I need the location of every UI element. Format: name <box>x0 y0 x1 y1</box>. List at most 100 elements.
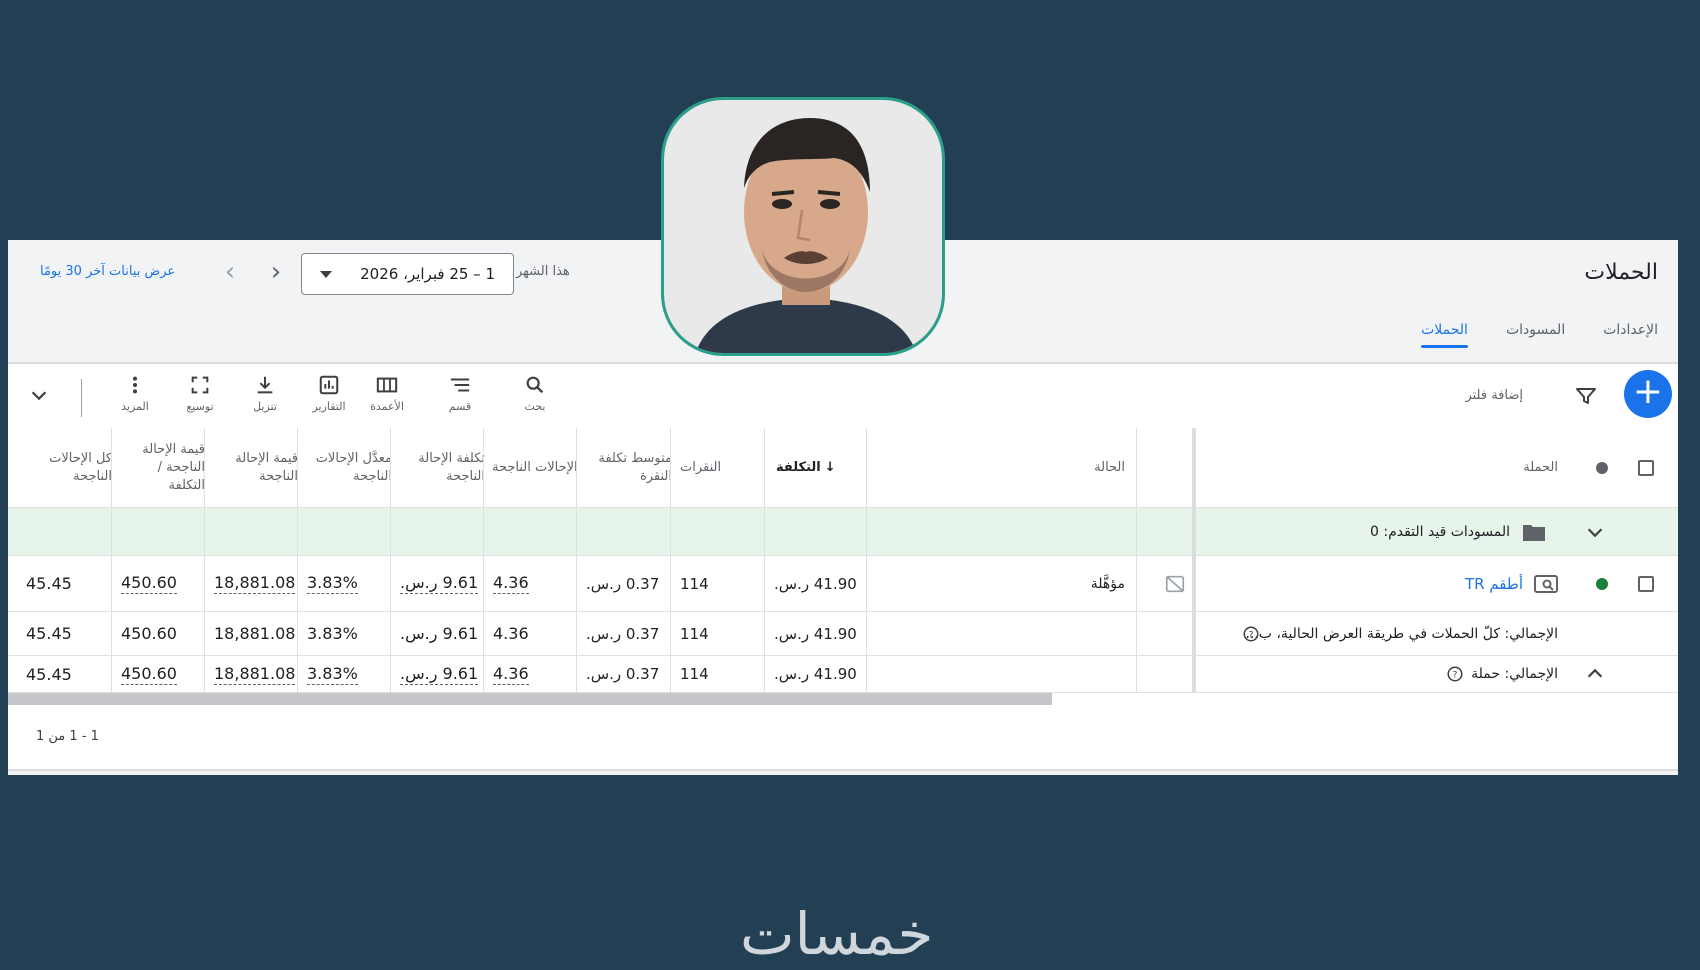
more-button[interactable]: المزيد <box>105 374 165 413</box>
total-campaign-avg-cpc: 0.37 ر.س. <box>586 665 660 683</box>
more-vert-icon <box>132 376 138 394</box>
expand-button[interactable]: توسيع <box>170 374 230 413</box>
columns-button[interactable]: الأعمدة <box>357 374 417 413</box>
date-range-value: 1 – 25 فبراير، 2026 <box>360 265 495 283</box>
total-all-cost-per-conversion: 9.61 ر.س. <box>400 624 479 643</box>
total-campaign-conversion-value-text: 18,881.08 <box>214 663 296 685</box>
campaigns-table: الحملة الحالة ↓ التكلفة النقرات متوسط تك… <box>8 428 1678 693</box>
sort-arrow-down-icon: ↓ <box>824 459 836 475</box>
drafts-in-progress-row[interactable]: المسودات قيد التقدم: 0 <box>8 508 1678 556</box>
chevron-down-icon[interactable] <box>1584 508 1606 555</box>
cost-per-conversion-value[interactable]: 9.61 ر.س. <box>400 556 479 611</box>
columns-label: الأعمدة <box>370 400 404 413</box>
total-all-cost: 41.90 ر.س. <box>774 624 857 643</box>
compare-last-30-days-link[interactable]: عرض بيانات آخر 30 يومًا <box>40 264 175 279</box>
segment-label: قسم <box>448 400 472 413</box>
column-divider <box>297 428 298 693</box>
total-campaign-conversion-value[interactable]: 18,881.08 <box>214 656 296 692</box>
next-period-icon[interactable]: › <box>264 259 288 286</box>
column-divider <box>1136 428 1137 693</box>
conversion-rate-value[interactable]: 3.83% <box>307 556 358 611</box>
row-checkbox[interactable] <box>1638 556 1654 611</box>
svg-text:?: ? <box>1249 630 1254 640</box>
filter-icon[interactable] <box>1574 384 1598 408</box>
total-campaign-conversions[interactable]: 4.36 <box>493 656 529 692</box>
total-campaign-cost-per-conversion[interactable]: 9.61 ر.س. <box>400 656 479 692</box>
header-status[interactable]: الحالة <box>1094 428 1125 507</box>
header-conversions[interactable]: الإحالات الناجحة <box>492 428 578 507</box>
tab-campaigns[interactable]: الحملات <box>1421 322 1468 348</box>
date-range-label: هذا الشهر <box>516 264 570 279</box>
total-all-conversion-value-per-cost: 450.60 <box>121 624 177 643</box>
expand-label: توسيع <box>186 400 214 413</box>
column-divider <box>204 428 205 693</box>
brand-logo: خمسات <box>740 900 934 968</box>
header-campaign[interactable]: الحملة <box>1523 428 1558 507</box>
header-cost[interactable]: ↓ التكلفة <box>776 428 864 507</box>
add-filter-button[interactable]: إضافة فلتر <box>1465 388 1523 403</box>
chevron-up-icon[interactable] <box>1584 656 1606 692</box>
header-cost-label: التكلفة <box>776 459 821 475</box>
column-divider <box>483 428 484 693</box>
help-icon[interactable]: ? <box>1446 656 1464 692</box>
total-campaign-conversion-rate[interactable]: 3.83% <box>307 656 358 692</box>
tab-drafts[interactable]: المسودات <box>1506 322 1565 348</box>
download-icon <box>257 376 273 394</box>
dropdown-caret-icon <box>320 271 332 278</box>
date-range-picker[interactable]: 1 – 25 فبراير، 2026 <box>301 253 514 295</box>
conversions-value-text: 4.36 <box>493 573 529 594</box>
download-button[interactable]: تنزيل <box>235 374 295 413</box>
column-divider <box>764 428 765 693</box>
column-divider <box>866 428 867 693</box>
header-conversion-value[interactable]: قيمة الإحالة الناجحة <box>212 428 298 507</box>
reports-label: التقارير <box>312 400 346 413</box>
svg-text:?: ? <box>1453 670 1458 680</box>
column-divider <box>390 428 391 693</box>
select-all-checkbox[interactable] <box>1638 428 1654 507</box>
header-cost-per-conversion[interactable]: تكلفة الإحالة الناجحة <box>399 428 485 507</box>
table-footer: 1 - 1 من 1 <box>8 705 1678 771</box>
header-conversion-rate[interactable]: معدَّل الإحالات الناجحة <box>306 428 392 507</box>
scrollbar-thumb[interactable] <box>8 693 1052 705</box>
previous-period-icon[interactable]: ‹ <box>218 259 242 286</box>
header-all-conversions[interactable]: كل الإحالات الناجحة <box>24 428 112 507</box>
total-all-conversions: 4.36 <box>493 624 529 643</box>
search-button[interactable]: بحث <box>505 374 565 413</box>
total-campaign-conversion-value-per-cost[interactable]: 450.60 <box>121 656 177 692</box>
table-header-row: الحملة الحالة ↓ التكلفة النقرات متوسط تك… <box>8 428 1678 508</box>
total-all-conversion-value: 18,881.08 <box>214 624 296 643</box>
campaign-name-link[interactable]: أطقم TR <box>1465 556 1523 611</box>
drafts-in-progress-label: المسودات قيد التقدم: 0 <box>1369 523 1510 540</box>
total-campaign-all-conversions: 45.45 <box>26 664 72 684</box>
segment-button[interactable]: قسم <box>430 374 490 413</box>
segment-icon <box>450 378 470 392</box>
total-campaign-conversion-value-per-cost-text: 450.60 <box>121 663 177 685</box>
campaign-status: مؤهَّلة <box>1090 575 1125 592</box>
header-clicks[interactable]: النقرات <box>680 428 770 507</box>
total-all-avg-cpc: 0.37 ر.س. <box>586 624 660 643</box>
horizontal-scrollbar[interactable] <box>8 693 1678 705</box>
chevron-down-icon[interactable] <box>28 384 50 406</box>
ad-disabled-icon[interactable] <box>1164 556 1186 611</box>
conversion-value-per-cost-value[interactable]: 450.60 <box>121 556 177 611</box>
conversion-value-value[interactable]: 18,881.08 <box>214 556 296 611</box>
table-row[interactable]: أطقم TR مؤهَّلة 41.90 ر.س. 114 0.37 ر.س.… <box>8 556 1678 612</box>
avg-cpc-value: 0.37 ر.س. <box>586 574 660 593</box>
conversion-value-per-cost-text: 450.60 <box>121 573 177 594</box>
add-campaign-button[interactable]: + <box>1624 370 1672 418</box>
help-icon[interactable]: ? <box>1242 612 1260 655</box>
conversion-rate-text: 3.83% <box>307 573 358 594</box>
person-photo-icon <box>664 100 942 353</box>
tab-settings[interactable]: الإعدادات <box>1603 322 1658 348</box>
header-avg-cpc[interactable]: متوسط تكلفة النقرة <box>586 428 672 507</box>
reports-button[interactable]: التقارير <box>299 374 359 413</box>
total-all-label: الإجمالي: كلّ الحملات في طريقة العرض الح… <box>1245 625 1558 642</box>
enabled-status-dot[interactable] <box>1596 556 1608 611</box>
all-conversions-value: 45.45 <box>26 574 72 593</box>
search-label: بحث <box>524 400 546 413</box>
profile-photo <box>661 97 945 356</box>
frozen-column-splitter[interactable] <box>1192 428 1196 693</box>
clicks-value: 114 <box>680 574 709 593</box>
header-conversion-value-per-cost[interactable]: قيمة الإحالة الناجحة / التكلفة <box>119 428 205 507</box>
conversions-value[interactable]: 4.36 <box>493 556 529 611</box>
